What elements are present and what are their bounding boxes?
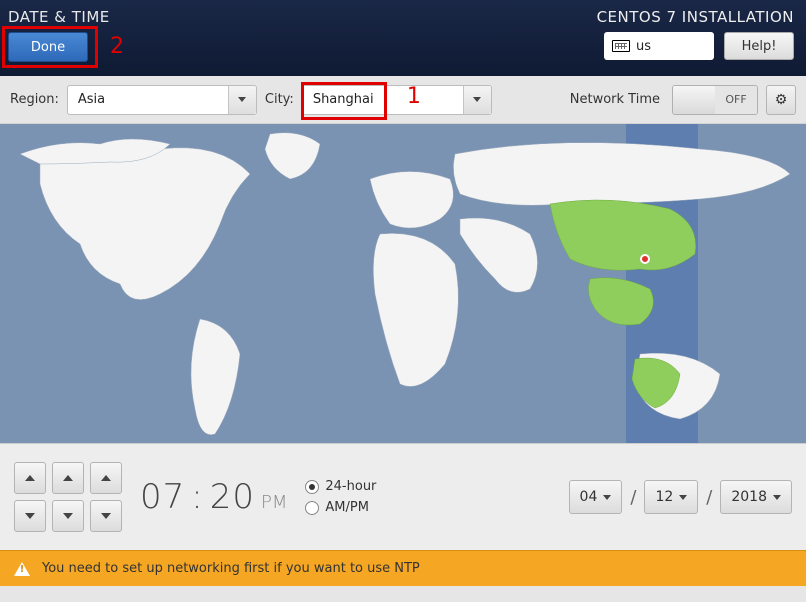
- day-value: 12: [655, 489, 673, 505]
- time-row: 07 : 20 PM 24-hour AM/PM 04 / 12 / 2018: [0, 444, 806, 550]
- controls-row: Region: Asia City: Shanghai 1 Network Ti…: [0, 76, 806, 124]
- keyboard-indicator[interactable]: us: [604, 32, 714, 60]
- warning-icon: [14, 562, 30, 576]
- city-label: City:: [265, 92, 294, 107]
- done-button[interactable]: Done: [8, 32, 88, 62]
- page-title: DATE & TIME: [8, 8, 110, 26]
- chevron-up-icon: [25, 475, 35, 481]
- time-spinners: [14, 462, 122, 532]
- chevron-down-icon: [679, 495, 687, 500]
- chevron-down-icon: [101, 513, 111, 519]
- warning-bar: You need to set up networking first if y…: [0, 550, 806, 586]
- city-marker: [640, 254, 650, 264]
- city-value: Shanghai 1: [303, 86, 463, 114]
- clock-minute: 20: [210, 477, 255, 517]
- region-combobox[interactable]: Asia: [67, 85, 257, 115]
- city-combobox[interactable]: Shanghai 1: [302, 85, 492, 115]
- installer-title: CENTOS 7 INSTALLATION: [597, 8, 794, 26]
- world-map-svg: [0, 124, 806, 444]
- hour-up-button[interactable]: [14, 462, 46, 494]
- clock-colon: :: [191, 477, 203, 517]
- switch-state-label: OFF: [715, 86, 757, 114]
- clock-hour: 07: [140, 477, 185, 517]
- header-right-row: us Help!: [604, 32, 794, 60]
- warning-text: You need to set up networking first if y…: [42, 561, 420, 576]
- radio-icon: [305, 501, 319, 515]
- annotation-number-1: 1: [407, 84, 421, 109]
- city-dropdown-button[interactable]: [463, 86, 491, 114]
- format-24hour-option[interactable]: 24-hour: [305, 479, 376, 494]
- network-time-label: Network Time: [570, 92, 660, 107]
- switch-knob: [673, 86, 715, 114]
- minute-up-button[interactable]: [52, 462, 84, 494]
- minute-down-button[interactable]: [52, 500, 84, 532]
- region-dropdown-button[interactable]: [228, 86, 256, 114]
- month-value: 04: [580, 489, 598, 505]
- timezone-map[interactable]: [0, 124, 806, 444]
- chevron-down-icon: [25, 513, 35, 519]
- region-label: Region:: [10, 92, 59, 107]
- chevron-down-icon: [603, 495, 611, 500]
- radio-icon: [305, 480, 319, 494]
- chevron-down-icon: [238, 97, 246, 102]
- chevron-up-icon: [63, 475, 73, 481]
- ampm-up-button[interactable]: [90, 462, 122, 494]
- network-time-settings-button[interactable]: ⚙: [766, 85, 796, 115]
- region-value: Asia: [68, 86, 228, 114]
- hour-down-button[interactable]: [14, 500, 46, 532]
- annotation-number-2: 2: [110, 34, 124, 59]
- date-sep-1: /: [630, 487, 636, 508]
- format-ampm-option[interactable]: AM/PM: [305, 500, 376, 515]
- done-button-wrap: Done 2: [8, 32, 110, 62]
- header-bar: DATE & TIME Done 2 CENTOS 7 INSTALLATION…: [0, 0, 806, 76]
- date-sep-2: /: [706, 487, 712, 508]
- chevron-down-icon: [63, 513, 73, 519]
- keyboard-icon: [612, 40, 630, 52]
- help-button[interactable]: Help!: [724, 32, 794, 60]
- network-time-switch[interactable]: OFF: [672, 85, 758, 115]
- keyboard-layout-text: us: [636, 39, 651, 54]
- chevron-down-icon: [773, 495, 781, 500]
- year-value: 2018: [731, 489, 767, 505]
- month-select[interactable]: 04: [569, 480, 623, 514]
- year-select[interactable]: 2018: [720, 480, 792, 514]
- day-select[interactable]: 12: [644, 480, 698, 514]
- format-ampm-label: AM/PM: [325, 500, 369, 515]
- city-combobox-wrap: Shanghai 1: [302, 85, 492, 115]
- format-24hour-label: 24-hour: [325, 479, 376, 494]
- header-right: CENTOS 7 INSTALLATION us Help!: [597, 8, 794, 68]
- header-left: DATE & TIME Done 2: [8, 8, 110, 68]
- chevron-down-icon: [473, 97, 481, 102]
- gear-icon: ⚙: [775, 92, 788, 108]
- chevron-up-icon: [101, 475, 111, 481]
- time-format-group: 24-hour AM/PM: [305, 479, 376, 515]
- city-value-text: Shanghai: [313, 92, 374, 107]
- clock-display: 07 : 20 PM: [140, 477, 287, 517]
- ampm-down-button[interactable]: [90, 500, 122, 532]
- date-group: 04 / 12 / 2018: [569, 480, 792, 514]
- clock-ampm: PM: [261, 492, 287, 513]
